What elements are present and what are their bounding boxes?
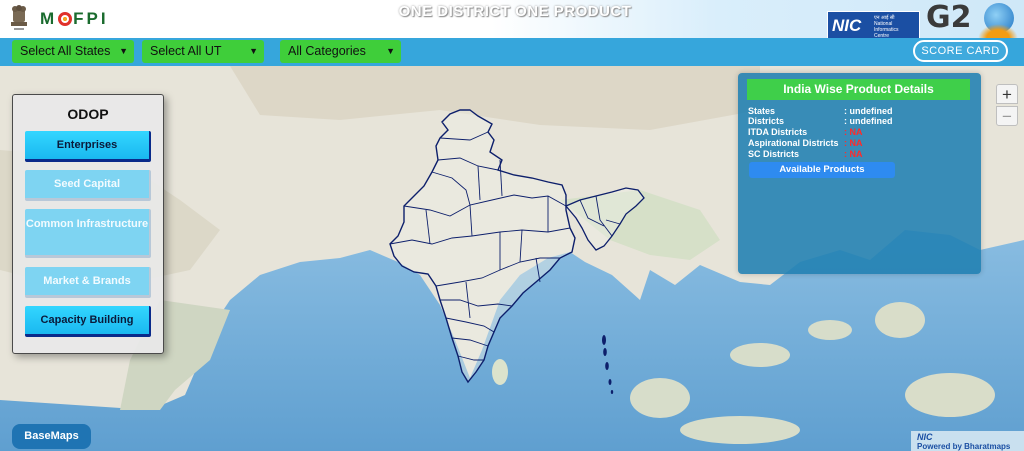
brand-suffix: FPI [73,9,109,28]
g20-lotus-icon [978,24,1018,38]
detail-label: States [748,106,776,116]
ut-select-value: Select All UT [150,44,222,58]
chevron-down-icon: ▼ [249,46,258,56]
brand-ring-icon [58,12,73,26]
chevron-down-icon: ▼ [386,46,395,56]
credit-powered-by: Powered by Bharatmaps [917,442,1011,451]
detail-row-sc: SC Districts : NA [748,149,978,159]
detail-value: : undefined [844,116,893,126]
credit-nic-logo: NIC [917,432,933,442]
detail-row-districts: Districts : undefined [748,116,978,126]
common-infrastructure-button[interactable]: Common Infrastructure [25,209,151,258]
detail-label: Districts [748,116,785,126]
states-select[interactable]: Select All States ▼ [12,40,134,63]
detail-row-states: States : undefined [748,106,978,116]
score-card-button[interactable]: SCORE CARD [913,40,1008,62]
enterprises-button[interactable]: Enterprises [25,131,151,162]
page-title: ONE DISTRICT ONE PRODUCT [398,3,632,20]
zoom-in-button[interactable]: + [996,84,1018,104]
detail-label: Aspirational Districts [748,138,839,148]
zoom-out-button[interactable]: − [996,106,1018,126]
g20-logo: G2 [926,0,972,35]
app-header: M FPI ONE DISTRICT ONE PRODUCT NIC एन आई… [0,0,1024,41]
detail-value: : undefined [844,106,893,116]
map-credit: NIC Powered by Bharatmaps [911,431,1024,451]
detail-value: : NA [844,127,863,137]
product-details-panel: India Wise Product Details States : unde… [738,73,981,274]
states-select-value: Select All States [20,44,111,58]
capacity-building-button[interactable]: Capacity Building [25,306,151,337]
seed-capital-button[interactable]: Seed Capital [25,170,151,201]
market-brands-button[interactable]: Market & Brands [25,267,151,298]
nic-logo-subtext: एन आई सी National Informatics Centre [874,15,899,39]
odop-panel: ODOP Enterprises Seed Capital Common Inf… [12,94,164,354]
available-products-button[interactable]: Available Products [749,162,895,178]
categories-select-value: All Categories [288,44,366,58]
basemaps-button[interactable]: BaseMaps [12,424,91,449]
mofpi-logo[interactable]: M FPI [40,9,109,29]
detail-value: : NA [844,138,863,148]
details-panel-title: India Wise Product Details [747,79,970,100]
detail-value: : NA [844,149,863,159]
detail-row-itda: ITDA Districts : NA [748,127,978,137]
ut-select[interactable]: Select All UT ▼ [142,40,264,63]
filter-bar: Select All States ▼ Select All UT ▼ All … [0,38,1024,66]
detail-label: ITDA Districts [748,127,808,137]
chevron-down-icon: ▼ [119,46,128,56]
national-emblem-icon [11,5,27,30]
nic-logo-text: NIC [832,16,862,35]
odop-title: ODOP [67,106,109,122]
nic-logo: NIC एन आई सी National Informatics Centre [827,11,920,41]
categories-select[interactable]: All Categories ▼ [280,40,401,63]
brand-prefix: M [40,9,58,28]
detail-row-aspirational: Aspirational Districts : NA [748,138,978,148]
detail-label: SC Districts [748,149,800,159]
